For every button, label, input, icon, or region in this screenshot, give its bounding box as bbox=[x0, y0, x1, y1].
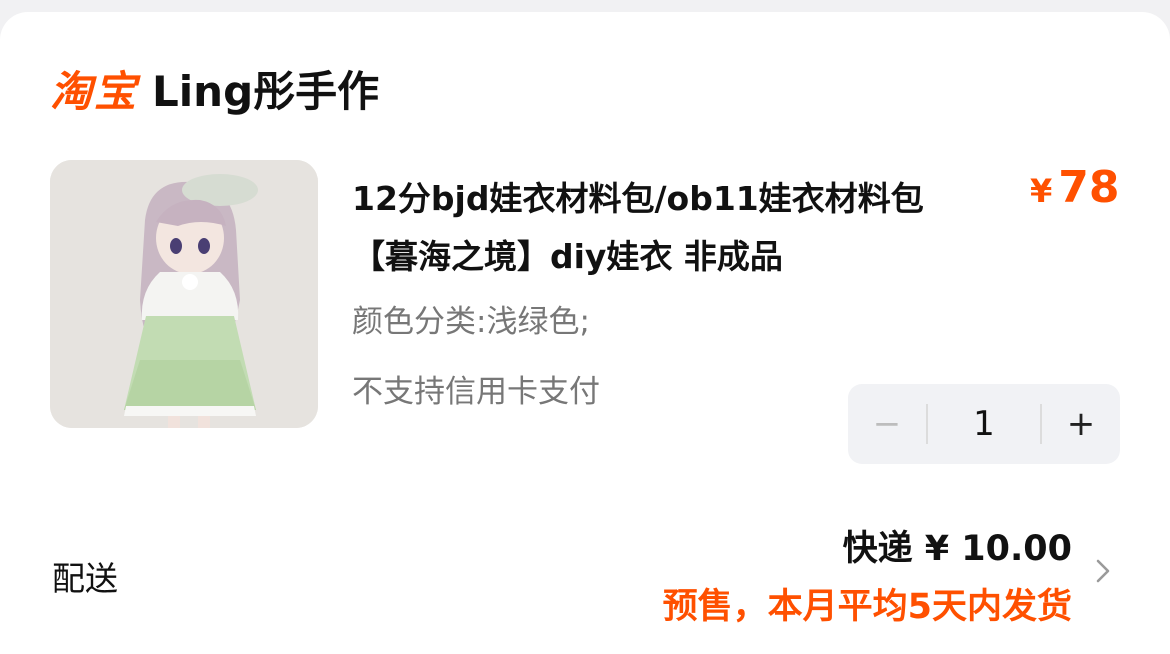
chevron-right-icon[interactable] bbox=[1094, 558, 1112, 584]
quantity-stepper[interactable]: − 1 + bbox=[848, 384, 1120, 464]
shipping-fee[interactable]: 快递 ¥ 10.00 bbox=[843, 520, 1072, 571]
product-title[interactable]: 12分bjd娃衣材料包/ob11娃衣材料包【暮海之境】diy娃衣 非成品 bbox=[352, 170, 982, 286]
product-thumbnail[interactable] bbox=[50, 160, 318, 428]
currency-symbol: ¥ bbox=[1030, 172, 1053, 210]
payment-notice: 不支持信用卡支付 bbox=[352, 374, 600, 410]
increase-quantity-button[interactable]: + bbox=[1042, 384, 1120, 464]
delivery-label: 配送 bbox=[52, 559, 118, 598]
quantity-value[interactable]: 1 bbox=[928, 404, 1040, 444]
doll-product-photo-icon bbox=[50, 160, 318, 428]
item-price: ¥78 bbox=[1030, 162, 1120, 213]
decrease-quantity-button[interactable]: − bbox=[848, 384, 926, 464]
sku-selector[interactable]: 颜色分类:浅绿色; bbox=[352, 296, 590, 341]
order-item-card: 淘宝 Ling彤手作 12分bjd娃衣材料包/ob11娃衣材料包【暮海之境】di… bbox=[0, 12, 1170, 654]
shop-header[interactable]: 淘宝 Ling彤手作 bbox=[50, 56, 379, 120]
price-value: 78 bbox=[1058, 162, 1120, 213]
presale-note[interactable]: 预售，本月平均5天内发货 bbox=[663, 578, 1072, 629]
shop-name[interactable]: Ling彤手作 bbox=[152, 58, 379, 119]
taobao-logo: 淘宝 bbox=[50, 66, 139, 116]
